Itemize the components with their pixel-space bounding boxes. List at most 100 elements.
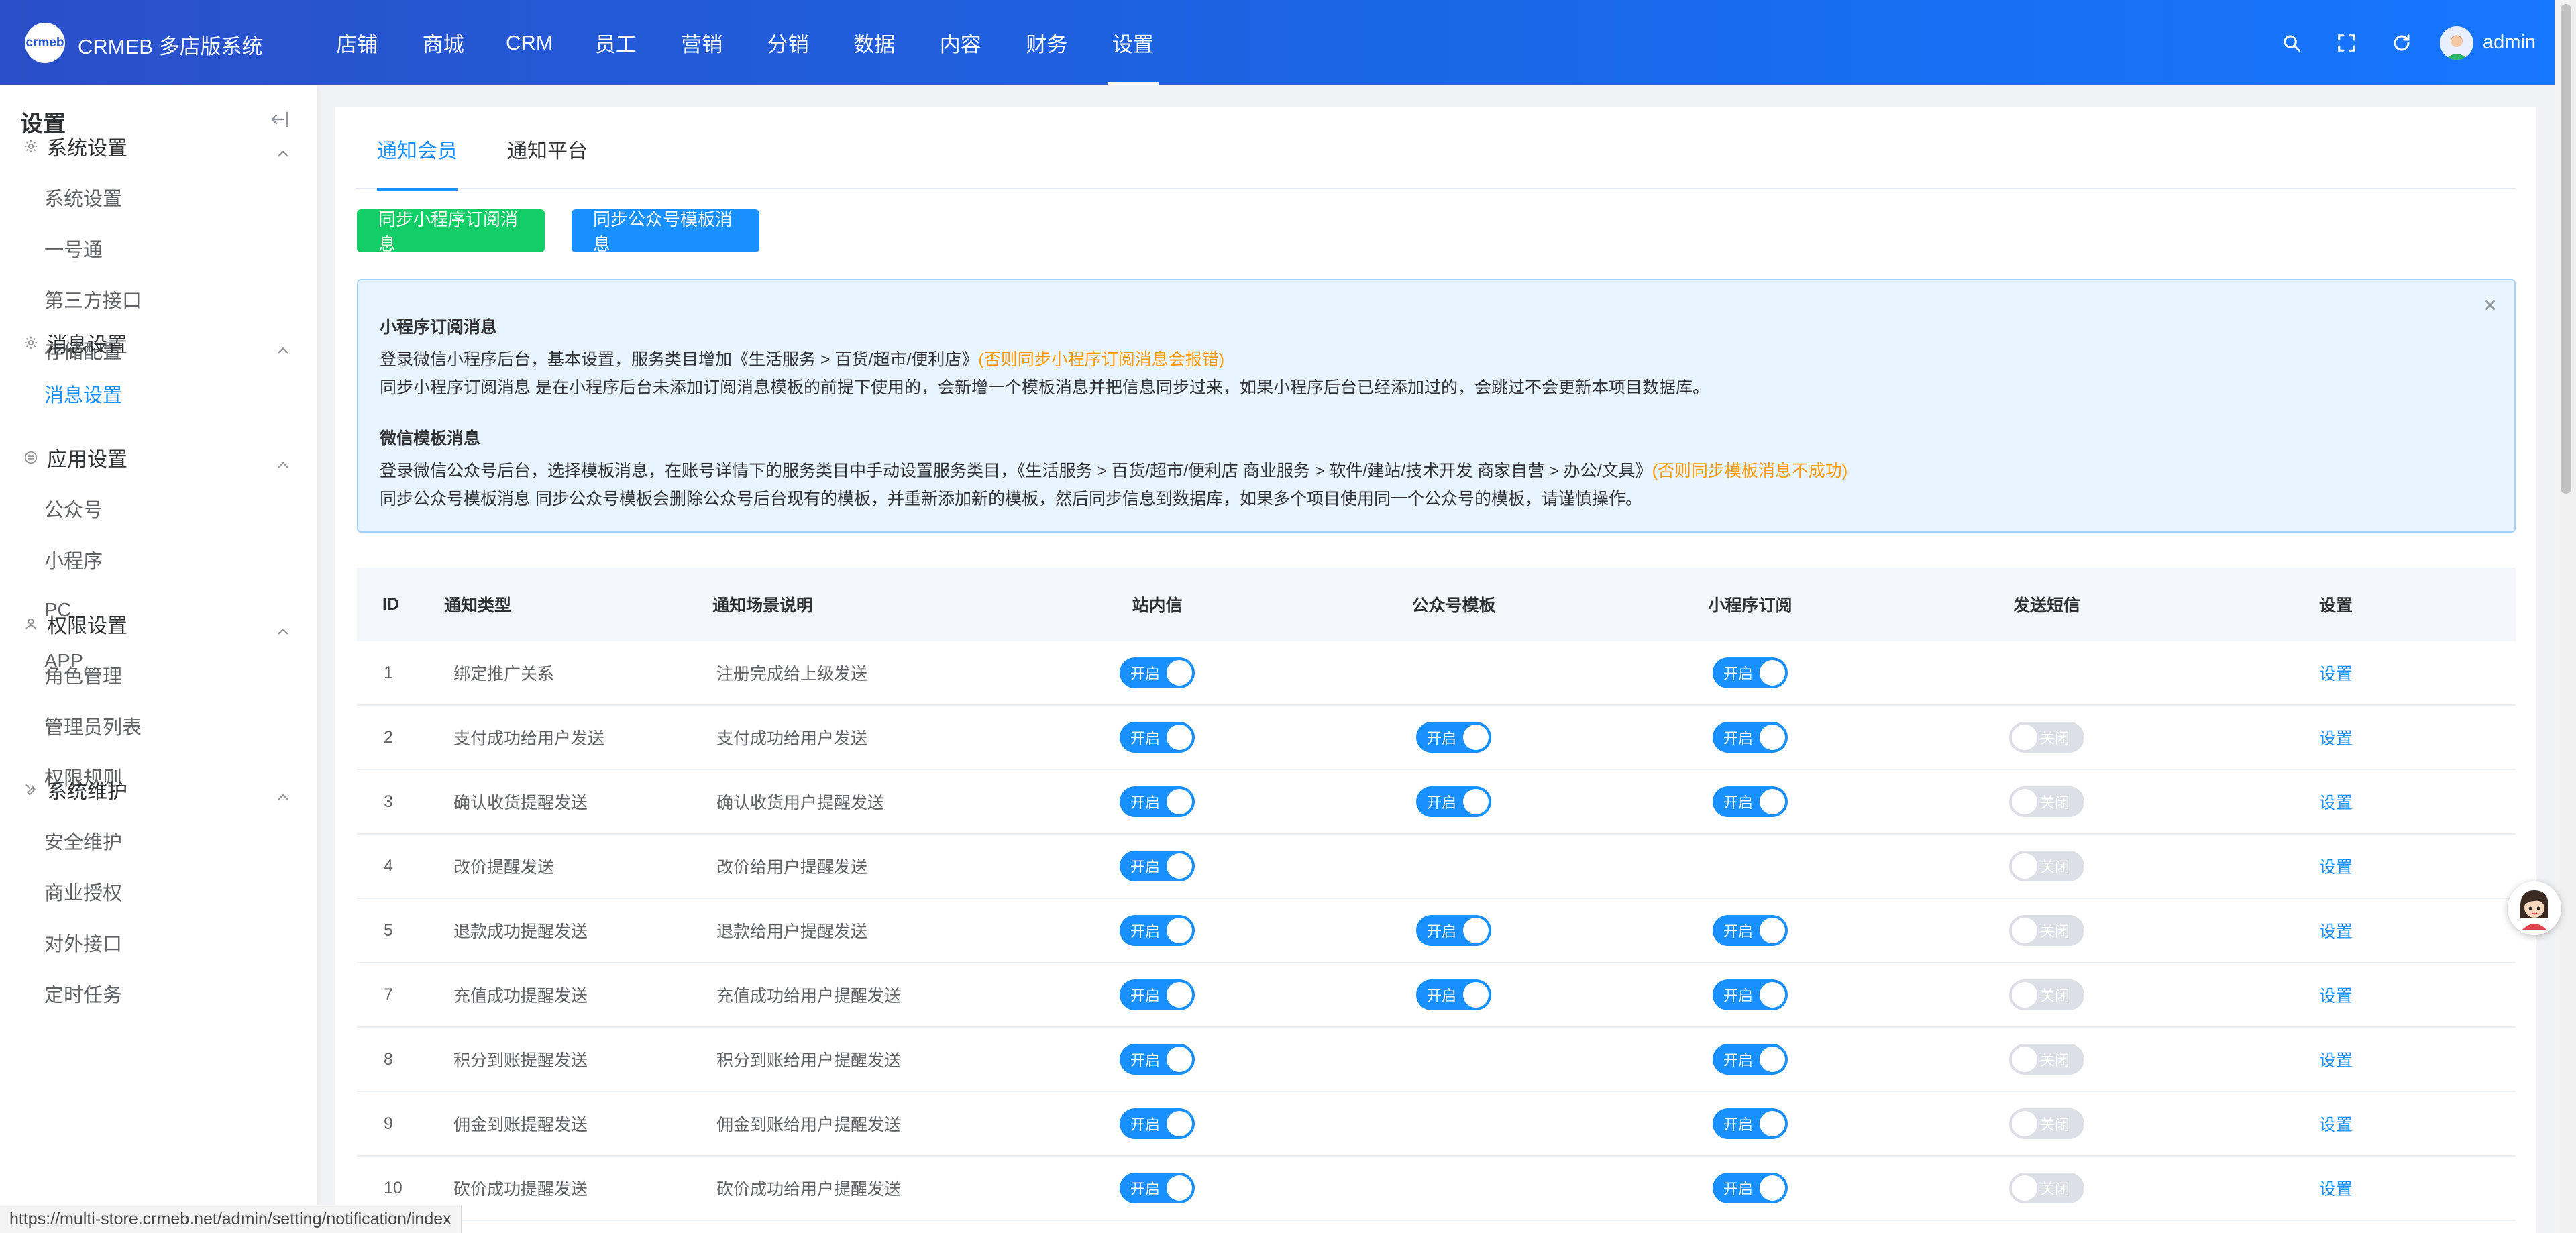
page-scrollbar[interactable] bbox=[2555, 0, 2576, 1233]
top-nav-item[interactable]: 店铺 bbox=[314, 0, 400, 85]
logo[interactable]: crmeb bbox=[25, 23, 65, 63]
top-nav-item[interactable]: 分销 bbox=[745, 0, 832, 85]
top-nav-item[interactable]: 数据 bbox=[831, 0, 918, 85]
top-nav: 店铺 商城 CRM 员工 营销 分销 数据 内容 财务 设置 bbox=[314, 0, 1176, 85]
setting-link[interactable]: 设置 bbox=[2319, 1112, 2353, 1136]
cell-id: 4 bbox=[384, 856, 393, 875]
gear-icon bbox=[23, 335, 39, 351]
mini-program-toggle[interactable]: 开启 bbox=[1713, 915, 1788, 946]
sms-toggle[interactable]: 关闭 bbox=[2009, 786, 2084, 817]
sidebar-item[interactable]: 管理员列表 bbox=[44, 700, 189, 751]
table-body: 1 绑定推广关系 注册完成给上级发送 开启 开启 设置 2 支付成功给用户发送 支付成功给用户发… bbox=[357, 641, 2516, 1221]
tab-notify-member[interactable]: 通知会员 bbox=[377, 134, 458, 191]
sidebar: 设置 系统设置 系统设置 一号通 第三方接口 存储配置 消息设置 消息设置 应用设置 公众号 小程… bbox=[0, 85, 317, 1233]
wechat-template-toggle[interactable]: 开启 bbox=[1416, 786, 1491, 817]
site-message-toggle[interactable]: 开启 bbox=[1120, 851, 1195, 881]
table-row: 9 佣金到账提醒发送 佣金到账给用户提醒发送 开启 开启 关闭 设置 bbox=[357, 1092, 2516, 1157]
sidebar-group-header[interactable]: 消息设置 bbox=[0, 317, 317, 368]
cell-desc: 佣金到账给用户提醒发送 bbox=[716, 1116, 902, 1134]
site-message-toggle[interactable]: 开启 bbox=[1120, 657, 1195, 688]
sidebar-item[interactable]: 定时任务 bbox=[44, 968, 189, 1019]
mini-program-toggle[interactable]: 开启 bbox=[1713, 786, 1788, 817]
customer-service-avatar[interactable] bbox=[2508, 881, 2561, 935]
sms-toggle[interactable]: 关闭 bbox=[2009, 1044, 2084, 1075]
cell-id: 3 bbox=[384, 792, 393, 811]
sidebar-item[interactable]: 对外接口 bbox=[44, 917, 189, 968]
avatar[interactable] bbox=[2440, 25, 2473, 60]
sidebar-group-header[interactable]: 权限设置 bbox=[0, 598, 317, 649]
sms-toggle[interactable]: 关闭 bbox=[2009, 722, 2084, 753]
sidebar-item[interactable]: 公众号 bbox=[44, 483, 189, 534]
site-message-toggle[interactable]: 开启 bbox=[1120, 1173, 1195, 1203]
sync-mini-program-button[interactable]: 同步小程序订阅消息 bbox=[357, 209, 545, 254]
sms-toggle[interactable]: 关闭 bbox=[2009, 1173, 2084, 1203]
wechat-template-toggle[interactable]: 开启 bbox=[1416, 915, 1491, 946]
cell-setting: 设置 bbox=[2195, 790, 2477, 814]
table-row: 4 改价提醒发送 改价给用户提醒发送 开启 关闭 设置 bbox=[357, 835, 2516, 899]
mini-program-toggle[interactable]: 开启 bbox=[1713, 979, 1788, 1010]
fullscreen-icon[interactable] bbox=[2319, 0, 2374, 85]
sidebar-item[interactable]: 商业授权 bbox=[44, 866, 189, 917]
mini-program-toggle[interactable]: 开启 bbox=[1713, 722, 1788, 753]
setting-link[interactable]: 设置 bbox=[2319, 918, 2353, 943]
sidebar-item[interactable]: 角色管理 bbox=[44, 649, 189, 700]
username[interactable]: admin bbox=[2483, 32, 2536, 54]
site-message-toggle[interactable]: 开启 bbox=[1120, 1044, 1195, 1075]
mini-program-toggle[interactable]: 开启 bbox=[1713, 1108, 1788, 1139]
mini-program-toggle[interactable]: 开启 bbox=[1713, 1044, 1788, 1075]
site-message-toggle[interactable]: 开启 bbox=[1120, 722, 1195, 753]
setting-link[interactable]: 设置 bbox=[2319, 854, 2353, 878]
wechat-template-toggle[interactable]: 开启 bbox=[1416, 722, 1491, 753]
close-icon[interactable]: × bbox=[2483, 294, 2497, 317]
cell-site: 开启 bbox=[1009, 657, 1305, 688]
tab-notify-platform[interactable]: 通知平台 bbox=[507, 134, 588, 189]
mini-program-toggle[interactable]: 开启 bbox=[1713, 1173, 1788, 1203]
cell-id: 9 bbox=[384, 1114, 393, 1133]
setting-link[interactable]: 设置 bbox=[2319, 983, 2353, 1007]
sms-toggle[interactable]: 关闭 bbox=[2009, 915, 2084, 946]
top-nav-item[interactable]: CRM bbox=[486, 0, 573, 85]
refresh-icon[interactable] bbox=[2374, 0, 2429, 85]
site-message-toggle[interactable]: 开启 bbox=[1120, 1108, 1195, 1139]
sidebar-item[interactable]: 一号通 bbox=[44, 223, 189, 274]
sms-toggle[interactable]: 关闭 bbox=[2009, 851, 2084, 881]
sidebar-group-header[interactable]: 应用设置 bbox=[0, 432, 317, 483]
cell-id: 2 bbox=[384, 727, 393, 747]
top-nav-item[interactable]: 员工 bbox=[573, 0, 659, 85]
search-icon[interactable] bbox=[2264, 0, 2319, 85]
setting-link[interactable]: 设置 bbox=[2319, 1047, 2353, 1071]
top-nav-item[interactable]: 财务 bbox=[1004, 0, 1090, 85]
cell-wechat: 开启 bbox=[1305, 915, 1602, 946]
site-message-toggle[interactable]: 开启 bbox=[1120, 979, 1195, 1010]
sidebar-item[interactable]: 安全维护 bbox=[44, 815, 189, 866]
setting-link[interactable]: 设置 bbox=[2319, 790, 2353, 814]
setting-link[interactable]: 设置 bbox=[2319, 661, 2353, 685]
setting-link[interactable]: 设置 bbox=[2319, 1176, 2353, 1200]
sidebar-item[interactable]: 消息设置 bbox=[44, 368, 189, 419]
sidebar-group-title: 应用设置 bbox=[47, 449, 127, 471]
mini-program-toggle[interactable]: 开启 bbox=[1713, 657, 1788, 688]
top-nav-item[interactable]: 设置 bbox=[1090, 0, 1177, 85]
setting-link[interactable]: 设置 bbox=[2319, 725, 2353, 749]
scrollbar-thumb[interactable] bbox=[2561, 4, 2571, 494]
site-message-toggle[interactable]: 开启 bbox=[1120, 915, 1195, 946]
cell-site: 开启 bbox=[1009, 1108, 1305, 1139]
sidebar-item[interactable]: 系统设置 bbox=[44, 172, 189, 223]
top-nav-item[interactable]: 商城 bbox=[400, 0, 487, 85]
cell-wechat: 开启 bbox=[1305, 979, 1602, 1010]
cell-desc: 确认收货用户提醒发送 bbox=[716, 794, 885, 812]
wechat-template-toggle[interactable]: 开启 bbox=[1416, 979, 1491, 1010]
cell-type: 支付成功给用户发送 bbox=[453, 729, 605, 748]
sidebar-item[interactable]: 小程序 bbox=[44, 534, 189, 585]
wechat-template-instruction-text: 登录微信公众号后台，选择模板消息，在账号详情下的服务类目中手动设置服务类目，《生… bbox=[380, 462, 1652, 480]
top-nav-item[interactable]: 内容 bbox=[918, 0, 1004, 85]
sidebar-group-header[interactable]: 系统设置 bbox=[0, 121, 317, 172]
top-nav-item[interactable]: 营销 bbox=[659, 0, 745, 85]
cell-desc: 充值成功给用户提醒发送 bbox=[716, 987, 902, 1006]
sync-wechat-template-button[interactable]: 同步公众号模板消息 bbox=[572, 209, 759, 254]
sms-toggle[interactable]: 关闭 bbox=[2009, 979, 2084, 1010]
cell-mini: 开启 bbox=[1602, 915, 1898, 946]
site-message-toggle[interactable]: 开启 bbox=[1120, 786, 1195, 817]
sidebar-group-header[interactable]: 系统维护 bbox=[0, 764, 317, 815]
sms-toggle[interactable]: 关闭 bbox=[2009, 1108, 2084, 1139]
